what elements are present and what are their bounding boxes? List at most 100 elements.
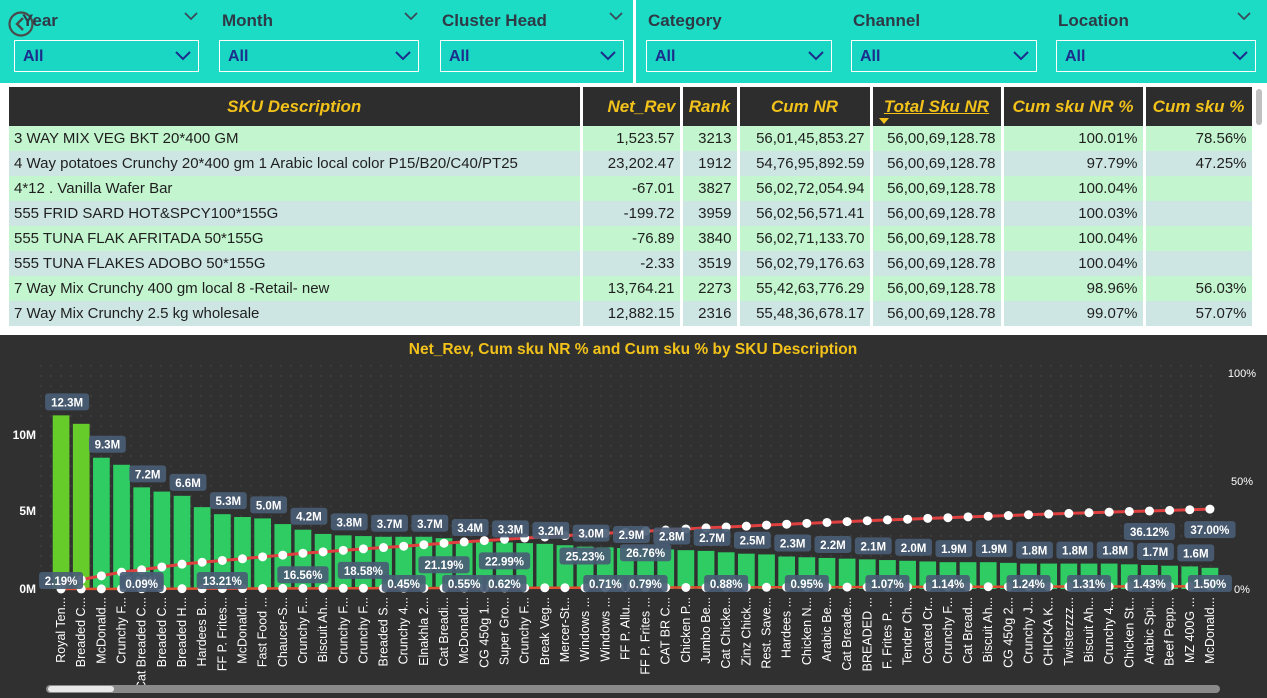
bar-net-rev[interactable] xyxy=(173,495,191,589)
point-cum-sku-pct[interactable] xyxy=(298,583,308,593)
point-cum-sku-nr-pct[interactable] xyxy=(459,537,469,547)
point-cum-sku-pct[interactable] xyxy=(318,583,328,593)
point-cum-sku-nr-pct[interactable] xyxy=(237,554,247,564)
bar-net-rev[interactable] xyxy=(536,543,554,589)
point-cum-sku-pct[interactable] xyxy=(540,583,550,593)
table-row[interactable]: 7 Way Mix Crunchy 400 gm local 8 -Retail… xyxy=(9,276,1255,301)
bar-net-rev[interactable] xyxy=(72,423,90,589)
data-label-cum-sku-pct: 1.24% xyxy=(1012,579,1045,591)
chevron-down-icon[interactable] xyxy=(183,10,199,22)
year-dropdown[interactable]: All xyxy=(14,40,199,72)
point-cum-sku-nr-pct[interactable] xyxy=(963,512,973,522)
data-label-cum-sku-pct: 0.09% xyxy=(125,579,158,591)
point-cum-sku-nr-pct[interactable] xyxy=(862,516,872,526)
point-cum-sku-nr-pct[interactable] xyxy=(318,547,328,557)
point-cum-sku-nr-pct[interactable] xyxy=(217,555,227,565)
point-cum-sku-nr-pct[interactable] xyxy=(762,520,772,530)
data-label-net-rev: 1.8M xyxy=(1062,546,1088,558)
category-dropdown[interactable]: All xyxy=(646,40,832,72)
point-cum-sku-nr-pct[interactable] xyxy=(1064,508,1074,518)
point-cum-sku-nr-pct[interactable] xyxy=(1144,506,1154,516)
point-cum-sku-nr-pct[interactable] xyxy=(157,562,167,572)
point-cum-sku-pct[interactable] xyxy=(983,582,993,592)
cell-sku-description: 555 TUNA FLAK AFRITADA 50*155G xyxy=(9,226,583,251)
point-cum-sku-nr-pct[interactable] xyxy=(197,557,207,567)
point-cum-sku-nr-pct[interactable] xyxy=(882,515,892,525)
table-row[interactable]: 7 Way Mix Crunchy 2.5 kg wholesale 12,882… xyxy=(9,301,1255,326)
point-cum-sku-pct[interactable] xyxy=(842,582,852,592)
table-row[interactable]: 555 FRID SARD HOT&SPCY100*155G -199.72 395… xyxy=(9,201,1255,226)
chevron-down-icon[interactable] xyxy=(608,10,624,22)
point-cum-sku-nr-pct[interactable] xyxy=(399,541,409,551)
point-cum-sku-nr-pct[interactable] xyxy=(741,521,751,531)
table-row[interactable]: 555 TUNA FLAKES ADOBO 50*155G -2.33 3519 56… xyxy=(9,251,1255,276)
point-cum-sku-nr-pct[interactable] xyxy=(842,517,852,527)
point-cum-sku-pct[interactable] xyxy=(762,582,772,592)
column-header-cum-nr[interactable]: Cum NR xyxy=(738,87,873,126)
table-row[interactable]: 4*12 . Vanilla Wafer Bar -67.01 3827 56,02,… xyxy=(9,176,1255,201)
point-cum-sku-nr-pct[interactable] xyxy=(1205,504,1215,514)
point-cum-sku-pct[interactable] xyxy=(560,583,570,593)
location-dropdown[interactable]: All xyxy=(1056,40,1256,72)
point-cum-sku-pct[interactable] xyxy=(96,584,106,594)
point-cum-sku-pct[interactable] xyxy=(338,583,348,593)
point-cum-sku-pct[interactable] xyxy=(358,583,368,593)
point-cum-sku-nr-pct[interactable] xyxy=(983,511,993,521)
point-cum-sku-nr-pct[interactable] xyxy=(338,545,348,555)
point-cum-sku-nr-pct[interactable] xyxy=(258,552,268,562)
point-cum-sku-nr-pct[interactable] xyxy=(1024,510,1034,520)
point-cum-sku-nr-pct[interactable] xyxy=(943,513,953,523)
table-vertical-scrollbar[interactable] xyxy=(1256,89,1262,125)
point-cum-sku-pct[interactable] xyxy=(681,582,691,592)
cluster-head-dropdown[interactable]: All xyxy=(440,40,624,72)
point-cum-sku-nr-pct[interactable] xyxy=(822,517,832,527)
column-header-total-sku-nr[interactable]: Total Sku NR xyxy=(871,87,1004,126)
point-cum-sku-nr-pct[interactable] xyxy=(1104,507,1114,517)
point-cum-sku-pct[interactable] xyxy=(177,584,187,594)
point-cum-sku-nr-pct[interactable] xyxy=(1044,509,1054,519)
data-label-cum-sku-pct: 0.55% xyxy=(448,579,481,591)
point-cum-sku-nr-pct[interactable] xyxy=(479,536,489,546)
point-cum-sku-nr-pct[interactable] xyxy=(1185,505,1195,515)
month-dropdown[interactable]: All xyxy=(219,40,419,72)
table-row[interactable]: 4 Way potatoes Crunchy 20*400 gm 1 Arabi… xyxy=(9,151,1255,176)
point-cum-sku-nr-pct[interactable] xyxy=(923,513,933,523)
x-axis-category-label: Arabic Spi... xyxy=(1142,597,1156,664)
point-cum-sku-nr-pct[interactable] xyxy=(903,514,913,524)
point-cum-sku-nr-pct[interactable] xyxy=(1165,505,1175,515)
point-cum-sku-nr-pct[interactable] xyxy=(1124,506,1134,516)
point-cum-sku-nr-pct[interactable] xyxy=(177,559,187,569)
point-cum-sku-nr-pct[interactable] xyxy=(802,518,812,528)
bar-net-rev[interactable] xyxy=(93,457,110,589)
x-axis-category-label: CG 450g 1... xyxy=(477,597,491,668)
bar-net-rev[interactable] xyxy=(52,415,70,589)
point-cum-sku-nr-pct[interactable] xyxy=(96,571,106,581)
point-cum-sku-pct[interactable] xyxy=(258,583,268,593)
point-cum-sku-nr-pct[interactable] xyxy=(419,540,429,550)
point-cum-sku-nr-pct[interactable] xyxy=(1084,508,1094,518)
point-cum-sku-nr-pct[interactable] xyxy=(358,544,368,554)
table-row[interactable]: 555 TUNA FLAK AFRITADA 50*155G -76.89 3840… xyxy=(9,226,1255,251)
table-row[interactable]: 3 WAY MIX VEG BKT 20*400 GM 1,523.57 3213 5… xyxy=(9,126,1255,151)
column-header-cum-sku-pct[interactable]: Cum sku % xyxy=(1144,87,1255,126)
column-header-sku-description[interactable]: SKU Description xyxy=(9,87,583,126)
point-cum-sku-nr-pct[interactable] xyxy=(1003,511,1013,521)
chevron-down-icon[interactable] xyxy=(1236,10,1252,22)
point-cum-sku-nr-pct[interactable] xyxy=(379,543,389,553)
cell-net-rev: 1,523.57 xyxy=(581,126,683,151)
point-cum-sku-pct[interactable] xyxy=(278,583,288,593)
point-cum-sku-nr-pct[interactable] xyxy=(439,538,449,548)
chart-scrollbar-thumb[interactable] xyxy=(48,686,114,692)
point-cum-sku-nr-pct[interactable] xyxy=(298,548,308,558)
chevron-down-icon[interactable] xyxy=(403,10,419,22)
chart-horizontal-scrollbar[interactable] xyxy=(46,685,1220,693)
column-header-rank[interactable]: Rank xyxy=(681,87,740,126)
column-header-net-rev[interactable]: Net_Rev xyxy=(581,87,683,126)
point-cum-sku-nr-pct[interactable] xyxy=(278,550,288,560)
cell-cum-sku-pct: 57.07% xyxy=(1144,301,1255,326)
cell-rank: 2273 xyxy=(681,276,740,301)
channel-dropdown[interactable]: All xyxy=(851,40,1037,72)
point-cum-sku-nr-pct[interactable] xyxy=(782,519,792,529)
filter-panel-right: Category All Channel All Location All xyxy=(636,0,1267,83)
column-header-cum-sku-nr-pct[interactable]: Cum sku NR % xyxy=(1002,87,1146,126)
